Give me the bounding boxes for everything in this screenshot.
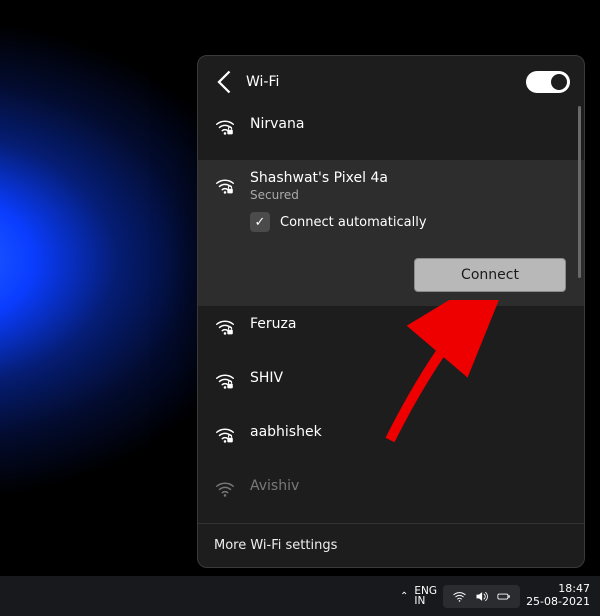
network-item-selected[interactable]: Shashwat's Pixel 4a Secured ✓ Connect au… [198, 160, 584, 306]
network-name: aabhishek [250, 424, 568, 440]
clock-date: 25-08-2021 [526, 596, 590, 609]
tray-overflow-icon[interactable]: ⌃ [400, 591, 408, 602]
network-name: Nirvana [250, 116, 568, 132]
wifi-secured-icon [214, 424, 236, 446]
taskbar: ⌃ ENG IN 18:47 25-08-2021 [0, 576, 600, 616]
wifi-secured-icon [214, 370, 236, 392]
network-name: Shashwat's Pixel 4a [250, 170, 568, 186]
network-name: Feruza [250, 316, 568, 332]
auto-connect-label: Connect automatically [280, 215, 427, 230]
network-item[interactable]: Nirvana [198, 106, 584, 160]
panel-title: Wi-Fi [246, 74, 526, 90]
network-item[interactable]: aabhishek [198, 414, 584, 468]
wifi-icon [452, 589, 467, 604]
network-name: SHIV [250, 370, 568, 386]
wifi-secured-icon [214, 478, 236, 500]
volume-icon [474, 589, 489, 604]
clock[interactable]: 18:47 25-08-2021 [526, 583, 590, 608]
connect-row: Connect [214, 258, 568, 292]
network-item-header: Shashwat's Pixel 4a Secured [214, 170, 568, 202]
battery-icon [496, 589, 511, 604]
wifi-secured-icon [214, 175, 236, 197]
network-status: Secured [250, 188, 568, 202]
checkbox-checked[interactable]: ✓ [250, 212, 270, 232]
back-button[interactable] [212, 68, 240, 96]
wifi-toggle[interactable] [526, 71, 570, 93]
language-indicator[interactable]: ENG IN [414, 586, 437, 607]
network-item[interactable]: Avishiv [198, 468, 584, 522]
network-item[interactable]: SHIV [198, 360, 584, 414]
toggle-knob [551, 74, 567, 90]
system-tray: ⌃ ENG IN 18:47 25-08-2021 [400, 583, 590, 608]
connect-button[interactable]: Connect [414, 258, 566, 292]
quick-settings-button[interactable] [443, 585, 520, 608]
lang-secondary: IN [414, 596, 437, 607]
scrollbar-thumb[interactable] [578, 106, 581, 278]
auto-connect-row[interactable]: ✓ Connect automatically [214, 212, 427, 232]
network-item[interactable]: Feruza [198, 306, 584, 360]
network-name: Avishiv [250, 478, 568, 494]
wifi-flyout-panel: Wi-Fi Nirvana Shashwat's Pixel 4a Secure… [197, 55, 585, 568]
panel-header: Wi-Fi [198, 56, 584, 106]
more-wifi-settings-link[interactable]: More Wi-Fi settings [198, 523, 584, 567]
wifi-secured-icon [214, 116, 236, 138]
arrow-left-icon [212, 68, 240, 96]
wifi-secured-icon [214, 316, 236, 338]
network-list: Nirvana Shashwat's Pixel 4a Secured ✓ Co… [198, 106, 584, 523]
